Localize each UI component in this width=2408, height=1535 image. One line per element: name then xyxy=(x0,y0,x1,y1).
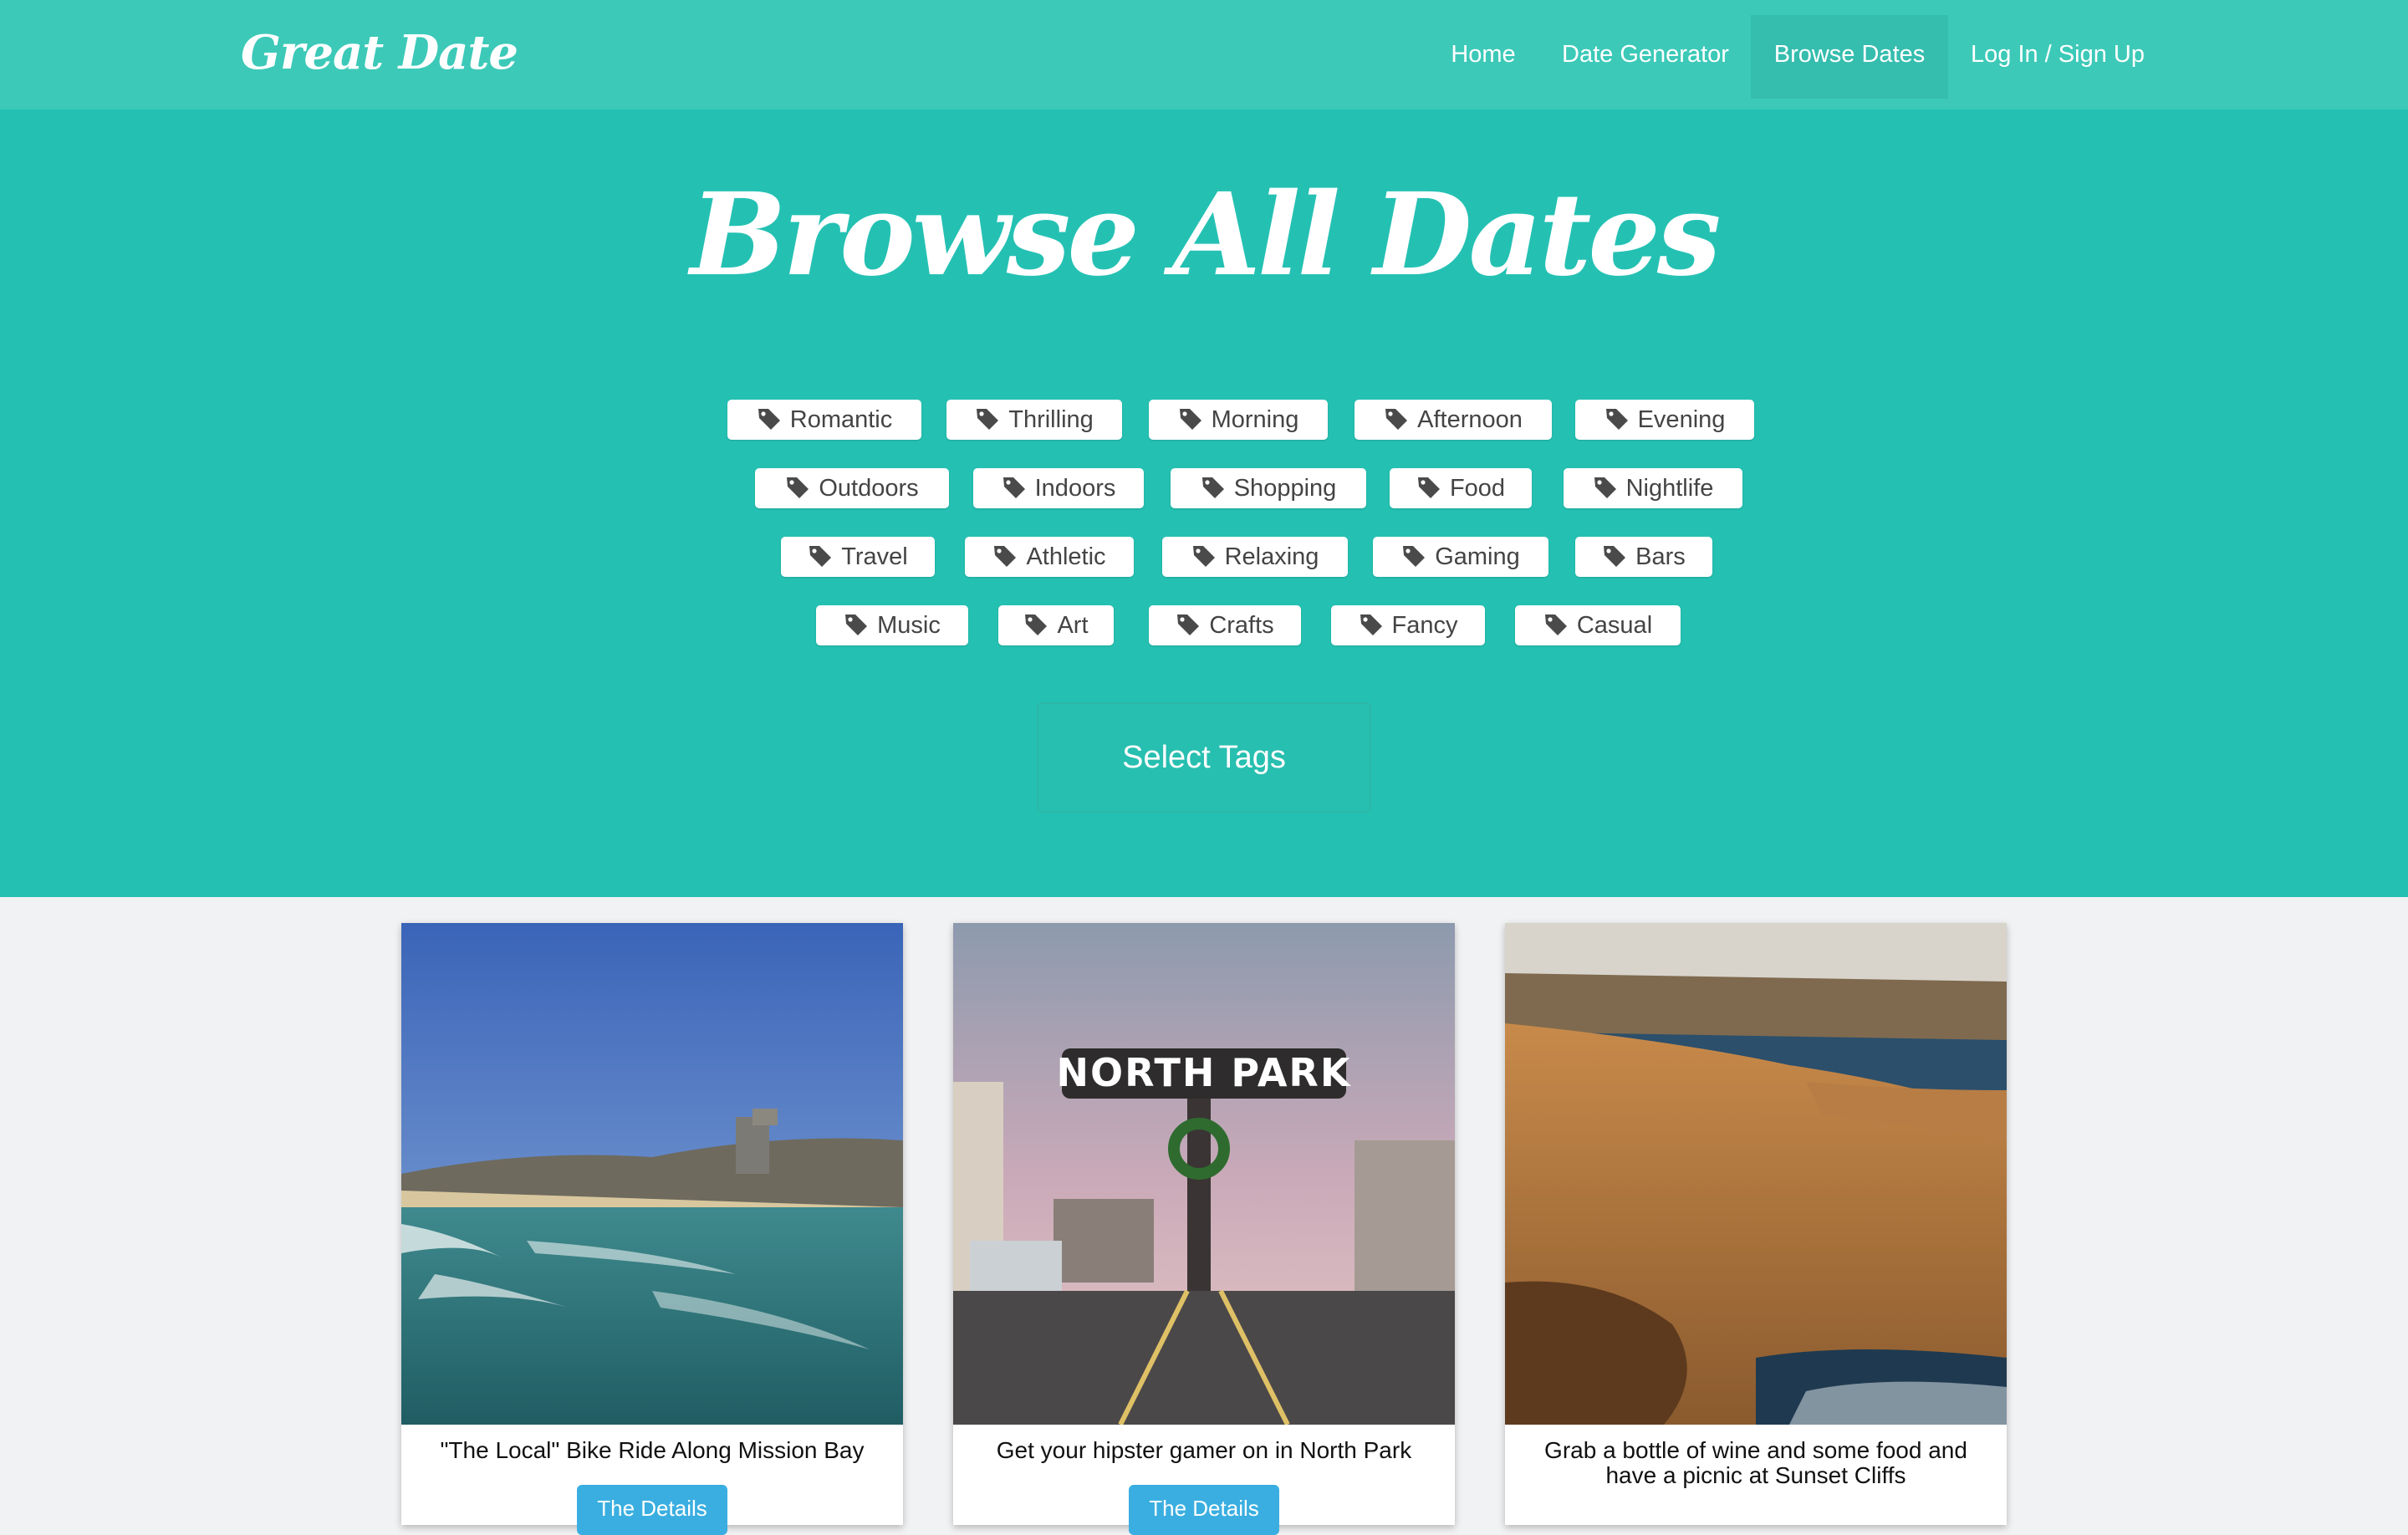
tag-label: Outdoors xyxy=(819,475,919,502)
tag-casual[interactable]: Casual xyxy=(1515,605,1681,645)
nav-login-signup[interactable]: Log In / Sign Up xyxy=(1962,15,2154,99)
tag-afternoon[interactable]: Afternoon xyxy=(1354,400,1552,440)
tag-label: Evening xyxy=(1637,406,1726,433)
tag-icon xyxy=(1191,543,1217,569)
tag-label: Afternoon xyxy=(1417,406,1523,433)
beach-photo[interactable] xyxy=(401,923,903,1425)
north-park-sign-text: NORTH PARK xyxy=(1056,1050,1351,1095)
tag-label: Art xyxy=(1057,612,1089,639)
select-tags-button[interactable]: Select Tags xyxy=(1037,702,1371,813)
date-card: NORTH PARK Get your hipster gamer on in … xyxy=(953,923,1455,1535)
tag-icon xyxy=(1178,406,1203,431)
north-park-sign-photo[interactable]: NORTH PARK xyxy=(953,923,1455,1425)
tag-relaxing[interactable]: Relaxing xyxy=(1162,537,1348,577)
tag-crafts[interactable]: Crafts xyxy=(1149,605,1301,645)
hero-section: Browse All Dates Romantic Thrilling Morn… xyxy=(0,110,2408,897)
tag-nightlife[interactable]: Nightlife xyxy=(1564,468,1742,508)
tag-icon xyxy=(1416,475,1441,500)
tag-label: Indoors xyxy=(1034,475,1116,502)
tag-label: Travel xyxy=(841,543,908,570)
tag-shopping[interactable]: Shopping xyxy=(1171,468,1366,508)
tag-label: Shopping xyxy=(1233,475,1337,502)
tag-evening[interactable]: Evening xyxy=(1575,400,1754,440)
tag-label: Thrilling xyxy=(1008,406,1094,433)
tag-thrilling[interactable]: Thrilling xyxy=(946,400,1122,440)
page: Great Date Home Date Generator Browse Da… xyxy=(0,0,2408,1535)
tag-icon xyxy=(1384,406,1409,431)
tag-icon xyxy=(1604,406,1630,431)
card-caption: Get your hipster gamer on in North Park xyxy=(996,1437,1412,1463)
details-button[interactable]: The Details xyxy=(577,1485,727,1535)
tag-icon xyxy=(1593,475,1618,500)
tag-athletic[interactable]: Athletic xyxy=(965,537,1134,577)
tag-label: Relaxing xyxy=(1224,543,1319,570)
tag-icon xyxy=(808,543,833,569)
tag-icon xyxy=(1201,475,1226,500)
nav-date-generator[interactable]: Date Generator xyxy=(1553,15,1737,99)
tag-label: Romantic xyxy=(789,406,893,433)
navbar: Great Date Home Date Generator Browse Da… xyxy=(0,0,2408,110)
tag-icon xyxy=(975,406,1000,431)
date-card: "The Local" Bike Ride Along Mission Bay … xyxy=(401,923,903,1535)
tag-bars[interactable]: Bars xyxy=(1575,537,1712,577)
tag-icon xyxy=(1543,612,1569,637)
tag-label: Crafts xyxy=(1209,612,1274,639)
tag-icon xyxy=(1176,612,1201,637)
card-caption: "The Local" Bike Ride Along Mission Bay xyxy=(440,1437,865,1463)
date-card: Grab a bottle of wine and some food and … xyxy=(1505,923,2007,1525)
tag-gaming[interactable]: Gaming xyxy=(1373,537,1548,577)
tag-label: Music xyxy=(877,612,941,639)
tag-label: Food xyxy=(1449,475,1506,502)
tag-music[interactable]: Music xyxy=(816,605,968,645)
card-caption: Grab a bottle of wine and some food and … xyxy=(1544,1437,1967,1488)
tag-label: Fancy xyxy=(1391,612,1458,639)
tag-icon xyxy=(844,612,869,637)
tag-indoors[interactable]: Indoors xyxy=(973,468,1144,508)
tag-icon xyxy=(757,406,782,431)
tag-outdoors[interactable]: Outdoors xyxy=(755,468,949,508)
tag-travel[interactable]: Travel xyxy=(781,537,935,577)
tag-romantic[interactable]: Romantic xyxy=(727,400,921,440)
tag-icon xyxy=(1002,475,1027,500)
nav-browse-dates[interactable]: Browse Dates xyxy=(1751,15,1948,99)
tag-morning[interactable]: Morning xyxy=(1149,400,1328,440)
page-title: Browse All Dates xyxy=(690,168,1722,302)
details-button[interactable]: The Details xyxy=(1129,1485,1279,1535)
tag-label: Bars xyxy=(1635,543,1686,570)
tag-icon xyxy=(1602,543,1627,569)
sunset-cliffs-photo[interactable] xyxy=(1505,923,2007,1425)
tag-icon xyxy=(1401,543,1426,569)
tag-label: Athletic xyxy=(1026,543,1106,570)
tag-label: Casual xyxy=(1576,612,1653,639)
tag-icon xyxy=(1023,612,1048,637)
tag-icon xyxy=(992,543,1018,569)
tag-label: Gaming xyxy=(1435,543,1520,570)
tag-label: Nightlife xyxy=(1625,475,1714,502)
tag-fancy[interactable]: Fancy xyxy=(1331,605,1485,645)
tag-label: Morning xyxy=(1211,406,1299,433)
tag-icon xyxy=(785,475,810,500)
tag-food[interactable]: Food xyxy=(1390,468,1532,508)
tag-art[interactable]: Art xyxy=(998,605,1114,645)
tag-icon xyxy=(1359,612,1384,637)
brand-logo[interactable]: Great Date xyxy=(241,25,518,80)
nav-home[interactable]: Home xyxy=(1433,15,1533,99)
